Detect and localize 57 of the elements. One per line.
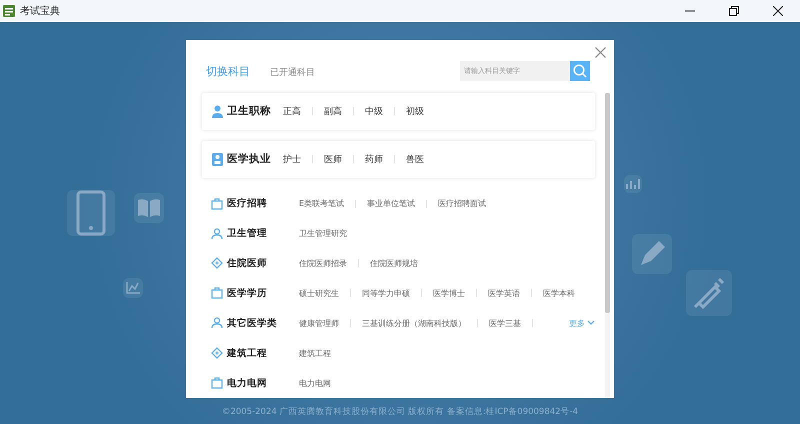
subject-link[interactable]: 副高 bbox=[324, 104, 342, 118]
category-icon bbox=[211, 198, 223, 210]
category-icon bbox=[211, 377, 223, 390]
search-button[interactable] bbox=[570, 61, 590, 81]
category-title: 住院医师 bbox=[227, 256, 268, 270]
subject-link[interactable]: 医学英语 bbox=[488, 288, 520, 299]
phone-icon bbox=[67, 190, 115, 236]
subject-link[interactable]: 电力电网 bbox=[299, 378, 331, 389]
category-title: 其它医学类 bbox=[227, 316, 278, 330]
chevron-down-icon[interactable] bbox=[587, 320, 595, 326]
subject-link[interactable]: 住院医师规培 bbox=[370, 258, 418, 269]
category-icon bbox=[211, 257, 223, 270]
category-title: 医学学历 bbox=[227, 286, 268, 300]
person-icon bbox=[212, 152, 223, 166]
subject-link[interactable]: 兽医 bbox=[406, 152, 424, 166]
scrollbar[interactable] bbox=[605, 93, 610, 398]
subject-link[interactable]: 医学博士 bbox=[433, 288, 465, 299]
subject-link[interactable]: 初级 bbox=[406, 104, 424, 118]
app-logo-icon bbox=[3, 5, 15, 17]
category-title: 电力电网 bbox=[227, 376, 268, 390]
category-icon bbox=[211, 347, 223, 360]
category-icon bbox=[211, 228, 223, 240]
subject-link[interactable]: 健康管理师 bbox=[299, 318, 339, 329]
category-icon bbox=[211, 287, 223, 300]
subject-link[interactable]: 同等学力申硕 bbox=[362, 288, 410, 299]
subject-link[interactable]: 医学三基 bbox=[489, 318, 521, 329]
restore-icon[interactable] bbox=[729, 6, 739, 16]
subject-link[interactable]: 中级 bbox=[365, 104, 383, 118]
close-icon[interactable] bbox=[773, 6, 783, 16]
subject-link[interactable]: 护士 bbox=[283, 152, 301, 166]
subject-link[interactable]: 事业单位笔试 bbox=[367, 198, 416, 210]
chart-icon bbox=[624, 175, 642, 193]
category-title: 医疗招聘 bbox=[227, 197, 268, 210]
subject-link[interactable]: 正高 bbox=[283, 104, 301, 118]
subject-link[interactable]: 硕士研究生 bbox=[299, 288, 339, 299]
syringe-icon bbox=[686, 270, 732, 316]
category-title: 建筑工程 bbox=[227, 346, 268, 360]
copyright-text: ©2005-2024 广西英腾教育科技股份有限公司 版权所有 备案信息:桂ICP备09009842号-4 bbox=[222, 406, 578, 418]
subject-link[interactable]: 药师 bbox=[365, 152, 383, 166]
chart-icon bbox=[123, 278, 143, 298]
subject-link[interactable]: 卫生管理研究 bbox=[299, 228, 347, 240]
subject-link[interactable]: 三基训练分册（湖南科技版） bbox=[362, 318, 466, 329]
category-title: 医学执业 bbox=[227, 152, 271, 166]
pen-icon bbox=[632, 234, 672, 274]
subject-link[interactable]: 医疗招聘面试 bbox=[438, 198, 486, 210]
person-icon bbox=[212, 104, 223, 118]
subject-link[interactable]: 住院医师招录 bbox=[299, 258, 347, 269]
subject-link[interactable]: E类联考笔试 bbox=[299, 198, 344, 210]
book-icon bbox=[134, 193, 164, 223]
subject-link[interactable]: 医学本科 bbox=[543, 288, 575, 299]
tab[interactable]: 已开通科目 bbox=[270, 66, 315, 78]
category-title: 卫生职称 bbox=[227, 104, 271, 118]
subject-link[interactable]: 建筑工程 bbox=[299, 348, 331, 359]
category-title: 卫生管理 bbox=[227, 227, 268, 240]
subject-link[interactable]: 医师 bbox=[324, 152, 342, 166]
window-title: 考试宝典 bbox=[20, 4, 60, 18]
category-icon bbox=[211, 317, 223, 330]
